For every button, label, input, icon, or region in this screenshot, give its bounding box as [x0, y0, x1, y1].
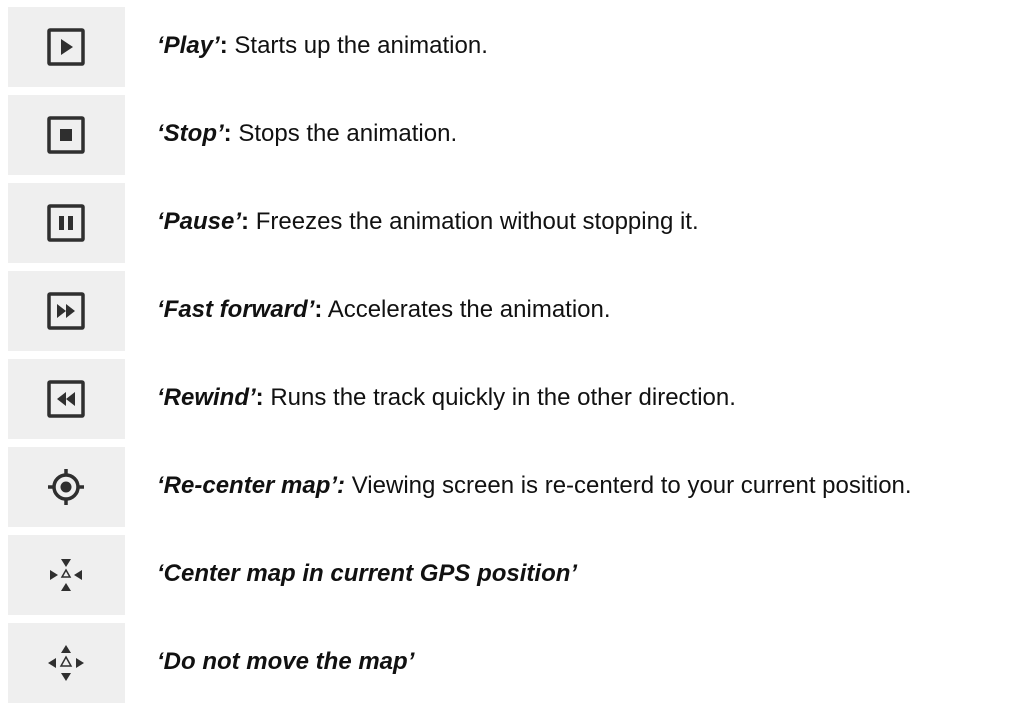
legend-text-rewind: ‘Rewind’: Runs the track quickly in the … — [157, 382, 736, 414]
term-label: ‘Do not move the map’ — [157, 648, 415, 675]
fast-forward-icon — [47, 292, 85, 330]
center-gps-button[interactable] — [8, 535, 125, 615]
recenter-map-button[interactable] — [8, 447, 125, 527]
description-text: Runs the track quickly in the other dire… — [263, 384, 736, 411]
stop-button[interactable] — [8, 95, 125, 175]
legend-row-fast-forward: ‘Fast forward’: Accelerates the animatio… — [0, 264, 1020, 352]
description-text: Accelerates the animation. — [322, 296, 611, 323]
term-label: ‘Pause’ — [157, 208, 242, 235]
term-label: ‘Center map in current GPS position’ — [157, 560, 578, 587]
do-not-move-map-button[interactable] — [8, 623, 125, 703]
term-label: ‘Re-center map’: — [157, 472, 346, 499]
term-colon: : — [241, 208, 250, 235]
play-button[interactable] — [8, 7, 125, 87]
legend-row-play: ‘Play’: Starts up the animation. — [0, 0, 1020, 88]
fast-forward-button[interactable] — [8, 271, 125, 351]
description-text: Starts up the animation. — [227, 32, 488, 59]
rewind-icon — [47, 380, 85, 418]
term-label: ‘Rewind’ — [157, 384, 256, 411]
pause-button[interactable] — [8, 183, 125, 263]
legend-text-fast-forward: ‘Fast forward’: Accelerates the animatio… — [157, 294, 611, 326]
description-text: Stops the animation. — [231, 120, 458, 147]
term-label: ‘Play’ — [157, 32, 220, 59]
term-colon: : — [219, 32, 228, 59]
legend-row-center-gps: ‘Center map in current GPS position’ — [0, 528, 1020, 616]
legend-row-pause: ‘Pause’: Freezes the animation without s… — [0, 176, 1020, 264]
do-not-move-map-icon — [48, 645, 84, 681]
term-label: ‘Stop’ — [157, 120, 224, 147]
term-colon: : — [223, 120, 232, 147]
stop-icon — [47, 116, 85, 154]
legend-text-pause: ‘Pause’: Freezes the animation without s… — [157, 206, 699, 238]
description-text: Freezes the animation without stopping i… — [249, 208, 699, 235]
rewind-button[interactable] — [8, 359, 125, 439]
legend-row-recenter-map: ‘Re-center map’: Viewing screen is re-ce… — [0, 440, 1020, 528]
play-icon — [47, 28, 85, 66]
legend-text-stop: ‘Stop’: Stops the animation. — [157, 118, 457, 150]
legend-text-center-gps: ‘Center map in current GPS position’ — [157, 558, 577, 590]
description-text: Viewing screen is re-centerd to your cur… — [345, 472, 912, 499]
legend-row-do-not-move-map: ‘Do not move the map’ — [0, 616, 1020, 704]
legend-text-recenter-map: ‘Re-center map’: Viewing screen is re-ce… — [157, 470, 912, 502]
legend-text-play: ‘Play’: Starts up the animation. — [157, 30, 488, 62]
pause-icon — [47, 204, 85, 242]
term-label: ‘Fast forward’ — [157, 296, 315, 323]
center-gps-icon — [50, 559, 82, 591]
term-colon: : — [255, 384, 264, 411]
legend-row-stop: ‘Stop’: Stops the animation. — [0, 88, 1020, 176]
legend-text-do-not-move-map: ‘Do not move the map’ — [157, 646, 414, 678]
legend-row-rewind: ‘Rewind’: Runs the track quickly in the … — [0, 352, 1020, 440]
recenter-map-icon — [48, 469, 84, 505]
